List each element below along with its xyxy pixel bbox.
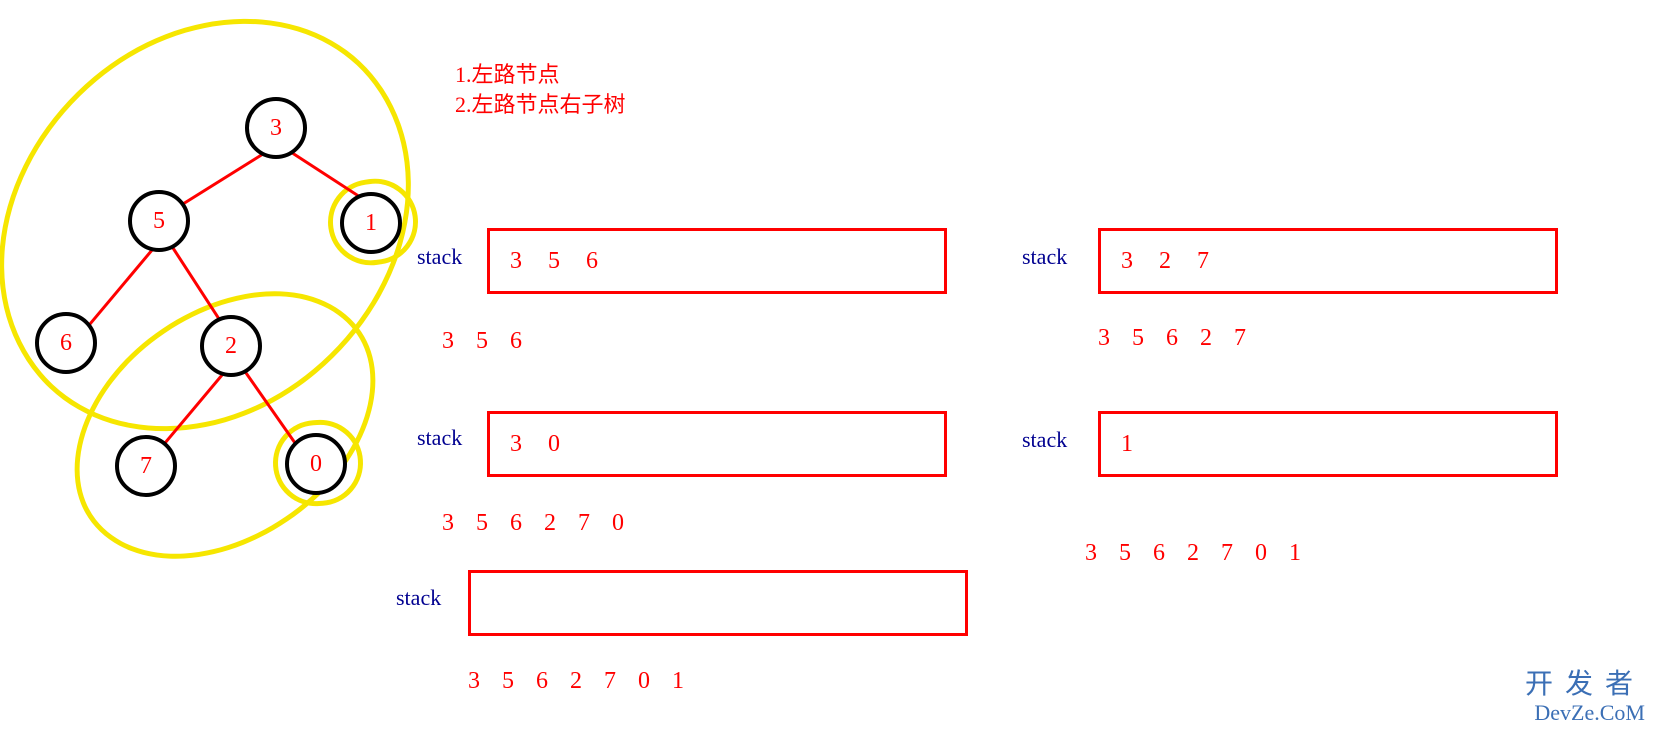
stack-box-right1: 3 2 7 — [1098, 228, 1558, 294]
node-label: 3 — [270, 115, 282, 142]
tree-node-5: 5 — [128, 190, 190, 252]
watermark: 开发者 DevZe.CoM — [1525, 671, 1645, 727]
stack-label: stack — [417, 244, 462, 270]
tree-node-0: 0 — [285, 433, 347, 495]
tree-node-1: 1 — [340, 192, 402, 254]
tree-node-7: 7 — [115, 435, 177, 497]
node-label: 6 — [60, 330, 72, 357]
stack-box-left1: 3 5 6 — [487, 228, 947, 294]
tree-node-6: 6 — [35, 312, 97, 374]
stack-content: 3 5 6 — [510, 248, 608, 275]
stack-label: stack — [396, 585, 441, 611]
node-label: 7 — [140, 453, 152, 480]
stack-output-left2: 3 5 6 2 7 0 — [442, 510, 632, 537]
stack-content: 3 2 7 — [1121, 248, 1219, 275]
stack-output-left3: 3 5 6 2 7 0 1 — [468, 668, 692, 695]
stack-box-right2: 1 — [1098, 411, 1558, 477]
watermark-line1: 开发者 — [1525, 671, 1645, 699]
stack-content: 1 — [1121, 431, 1143, 458]
stack-output-right2: 3 5 6 2 7 0 1 — [1085, 540, 1309, 567]
node-label: 2 — [225, 333, 237, 360]
tree-node-3: 3 — [245, 97, 307, 159]
stack-label: stack — [417, 425, 462, 451]
stack-content: 3 0 — [510, 431, 570, 458]
node-label: 5 — [153, 208, 165, 235]
node-label: 0 — [310, 451, 322, 478]
note-text: 1.左路节点 2.左路节点右子树 — [455, 60, 626, 120]
stack-label: stack — [1022, 244, 1067, 270]
stack-box-left3 — [468, 570, 968, 636]
note-line1: 1.左路节点 — [455, 60, 626, 90]
note-line2: 2.左路节点右子树 — [455, 90, 626, 120]
stack-label: stack — [1022, 427, 1067, 453]
watermark-line2: DevZe.CoM — [1525, 699, 1645, 727]
node-label: 1 — [365, 210, 377, 237]
diagram-canvas: 3 5 1 6 2 7 0 1.左路节点 2.左路节点右子树 stack 3 5… — [0, 0, 1667, 745]
tree-node-2: 2 — [200, 315, 262, 377]
stack-box-left2: 3 0 — [487, 411, 947, 477]
stack-output-right1: 3 5 6 2 7 — [1098, 325, 1254, 352]
stack-output-left1: 3 5 6 — [442, 328, 530, 355]
